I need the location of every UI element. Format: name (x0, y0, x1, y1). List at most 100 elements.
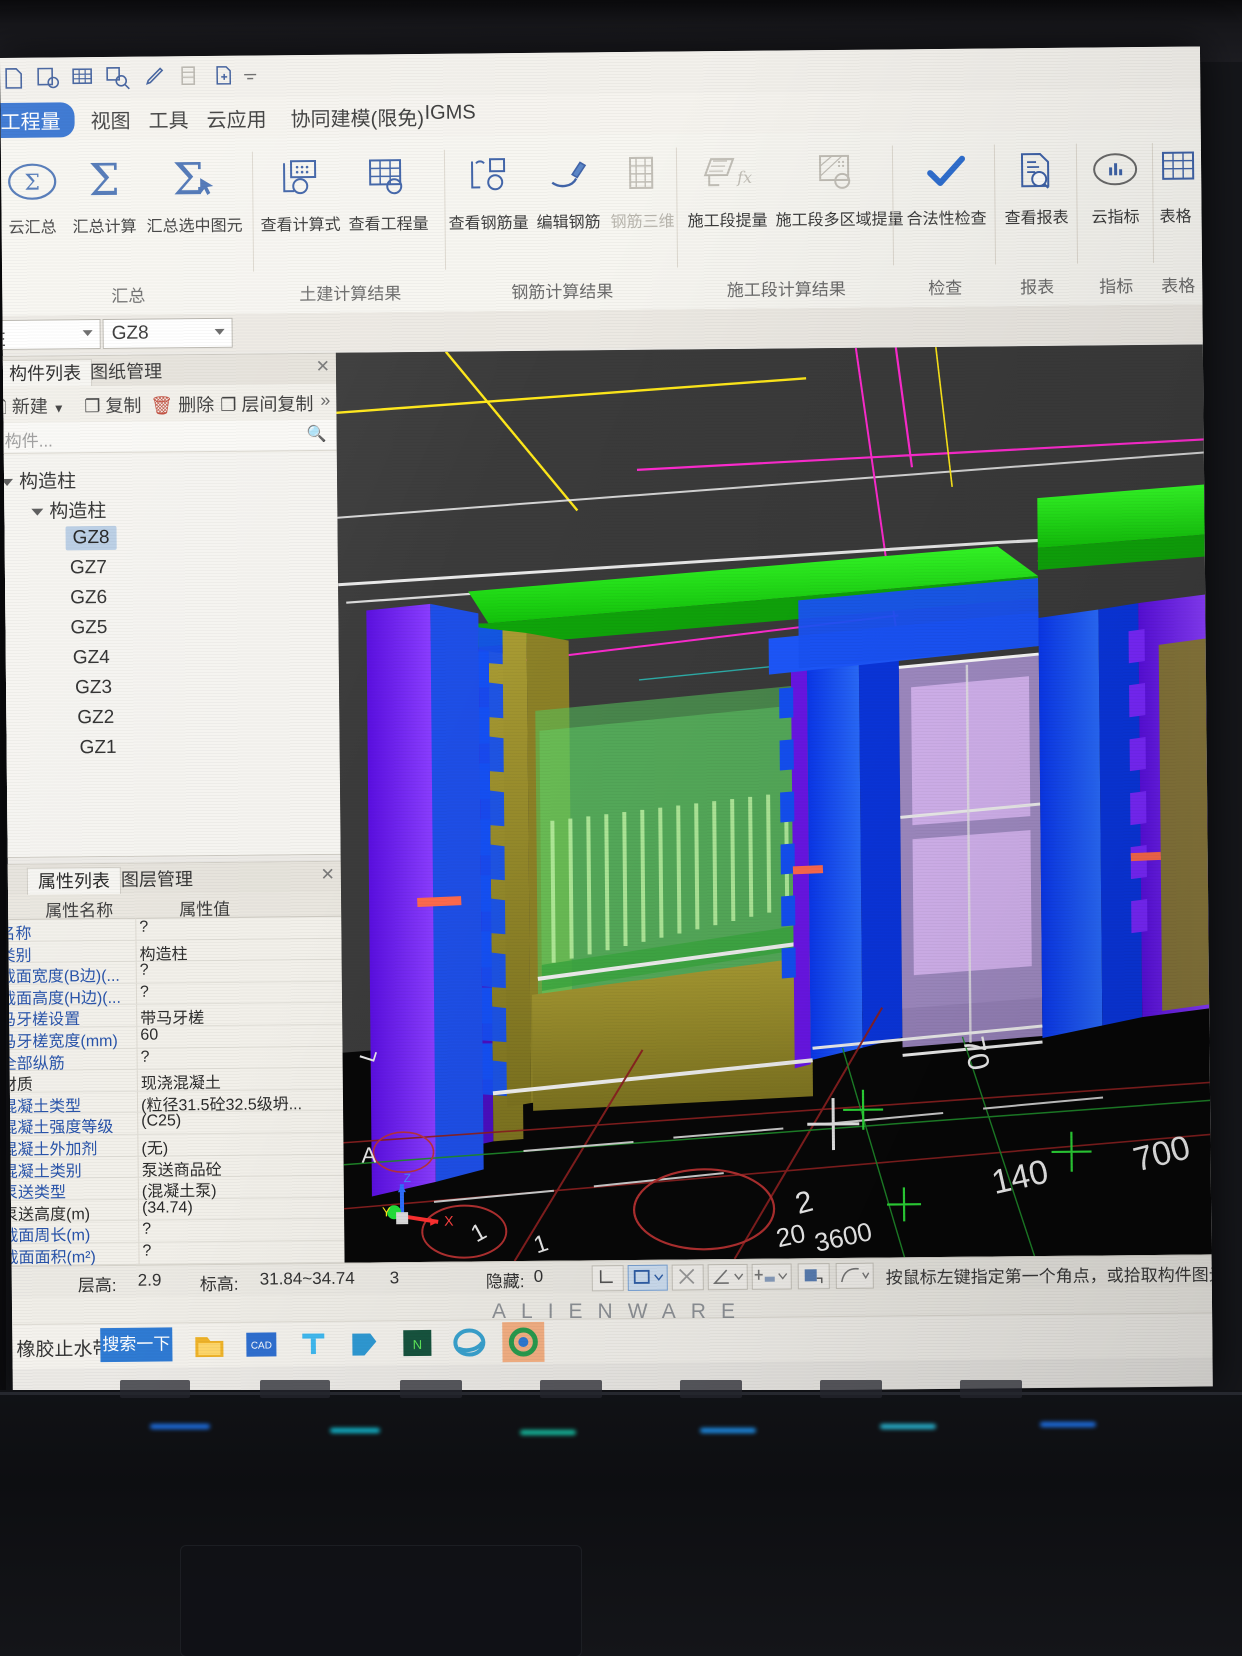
grid-search-icon[interactable] (104, 65, 134, 93)
row-value[interactable]: ? (142, 1243, 151, 1261)
ribbon-label-shigongduanduoquyu: 施工段多区域提量 (775, 211, 904, 230)
ribbon-button-chakanjisuanshi[interactable]: 查看计算式 (259, 151, 342, 236)
rebar-small-icon[interactable] (176, 64, 206, 92)
component-panel-toolbar[interactable]: 🗋 新建 ▼ ❐ 复制 🗑 删除 ❐ 层间复制 » (0, 383, 337, 425)
tab-gongju[interactable]: 工具 (148, 104, 189, 133)
ribbon-button-chakangangjinliang[interactable]: 查看钢筋量 (447, 149, 530, 234)
component-search-bar[interactable]: 搜索构件... 🔍 (0, 419, 337, 455)
wps-icon[interactable] (346, 1327, 380, 1359)
chevron-down-icon[interactable]: ▼ (53, 401, 65, 415)
status-hint: 按鼠标左键指定第一个角点，或拾取构件图元 (885, 1265, 1213, 1288)
tab-xietongjianmo[interactable]: 协同建模(限免) (290, 102, 425, 132)
property-grid[interactable]: 属性名称 属性值 1 名称 ? 2 类别 构造柱 3 截面宽度(B边)(... … (0, 891, 345, 1268)
status-elevation-value: 31.84~34.74 (259, 1268, 355, 1289)
ortho-tool[interactable] (591, 1265, 624, 1292)
category-combo[interactable]: 造柱 (0, 319, 101, 351)
nj-icon[interactable]: N (400, 1327, 434, 1359)
tab-drawing-management[interactable]: 图纸管理 (80, 358, 172, 385)
offset-tool[interactable] (751, 1263, 792, 1290)
tim-icon[interactable] (296, 1328, 330, 1360)
taskbar-search-button[interactable]: 搜索一下 (100, 1327, 173, 1363)
chevron-down-icon[interactable] (214, 328, 225, 335)
rect-select-tool[interactable] (627, 1264, 668, 1292)
ribbon-label-gangjinsanwei: 钢筋三维 (610, 213, 675, 232)
new-component-button[interactable]: 🗋 新建 ▼ (0, 392, 65, 425)
ribbon-button-hefaxingjiancha[interactable]: 合法性检查 (901, 144, 992, 229)
tree-item-gz2[interactable]: GZ2 (77, 707, 114, 729)
pencil-icon[interactable] (142, 64, 172, 92)
ribbon-button-chakangongchengliang[interactable]: 查看工程量 (347, 150, 430, 235)
ribbon-label-chakanbaobiao: 查看报表 (1004, 209, 1069, 228)
chevron-down-icon[interactable] (31, 508, 44, 516)
tree-item-gz7[interactable]: GZ7 (70, 557, 107, 579)
copy-component-button[interactable]: ❐ 复制 (84, 392, 141, 419)
row-value[interactable]: ? (140, 962, 149, 980)
search-icon[interactable]: 🔍 (307, 424, 327, 444)
axis-gizmo[interactable]: Y X Z (376, 1172, 467, 1243)
tab-property-list[interactable]: 属性列表 (26, 866, 122, 895)
qat-more-icon[interactable] (240, 63, 270, 91)
component-panel-tabs[interactable]: 构件列表 图纸管理 ✕ (0, 353, 337, 388)
row-value[interactable]: 60 (140, 1027, 158, 1045)
row-value[interactable]: ? (141, 1048, 150, 1066)
tree-item-gz4[interactable]: GZ4 (73, 647, 110, 669)
row-value[interactable]: ? (140, 983, 149, 1001)
chevron-down-icon[interactable] (82, 330, 93, 337)
chrome-icon[interactable] (502, 1321, 545, 1363)
row-value[interactable]: (C25) (141, 1113, 181, 1131)
property-panel-tabs[interactable]: 属性列表 图层管理 ✕ (0, 861, 342, 896)
ribbon-group-baobiao: 查看报表 报表 (995, 130, 1079, 307)
close-icon[interactable]: ✕ (321, 865, 335, 885)
trackpad[interactable] (180, 1545, 582, 1656)
row-value[interactable]: (34.74) (142, 1199, 193, 1217)
add-page-icon[interactable] (212, 64, 242, 92)
tree-item-gz1[interactable]: GZ1 (80, 737, 117, 759)
tree-node-gouzaozhu-child[interactable]: 构造柱 (31, 496, 106, 524)
cad-icon[interactable]: CAD (244, 1328, 278, 1360)
ribbon-button-biaoge[interactable]: 表格 (1147, 142, 1204, 227)
tree-item-gz8[interactable]: GZ8 (65, 525, 117, 551)
ribbon-button-huizongjisuan[interactable]: Σ 汇总计算 (63, 153, 146, 238)
arc-tool[interactable] (835, 1262, 874, 1290)
layer-copy-button[interactable]: ❐ 层间复制 (220, 390, 313, 417)
component-combo[interactable]: GZ8 (102, 317, 233, 350)
tab-igms[interactable]: IGMS (424, 101, 475, 124)
ribbon-button-gangjinsanwei[interactable]: 钢筋三维 (601, 147, 684, 232)
table-icon (1147, 142, 1204, 199)
ie-icon[interactable] (452, 1326, 486, 1358)
ribbon-button-shigongduantiliang[interactable]: fx 施工段提量 (679, 147, 776, 232)
tree-item-gz3[interactable]: GZ3 (75, 677, 112, 699)
ribbon-button-yunzhibiao[interactable]: 云指标 (1077, 143, 1154, 228)
grid-icon[interactable] (70, 65, 100, 93)
tab-yunyingyong[interactable]: 云应用 (206, 103, 267, 133)
toolbar-overflow-button[interactable]: » (320, 390, 330, 411)
tree-item-gz6[interactable]: GZ6 (70, 587, 107, 609)
angle-tool[interactable] (707, 1263, 748, 1291)
svg-text:Σ: Σ (88, 157, 120, 205)
status-floor-height-label: 层高: (77, 1275, 117, 1296)
snap-tool[interactable] (797, 1263, 830, 1290)
ribbon-button-huizongxuanzhong[interactable]: Σ 汇总选中图元 (139, 152, 250, 237)
tab-component-list[interactable]: 构件列表 (0, 359, 93, 388)
new-icon[interactable] (2, 66, 32, 94)
tab-layer-management[interactable]: 图层管理 (111, 866, 203, 893)
tab-gongchengliang[interactable]: 工程量 (0, 102, 75, 139)
search-input[interactable]: 搜索构件... (0, 427, 53, 453)
delete-component-label: 删除 (178, 394, 215, 416)
row-value[interactable]: ? (139, 919, 148, 937)
row-value[interactable]: ? (142, 1221, 151, 1239)
ribbon-button-chakanbaobiao[interactable]: 查看报表 (995, 144, 1078, 229)
tab-shitu[interactable]: 视图 (90, 105, 131, 134)
tree-node-gouzaozhu-root[interactable]: 构造柱 (1, 466, 76, 494)
3d-viewport[interactable]: L A 1 1 2 20 3600 70 140 700 Y X Z (335, 344, 1212, 1263)
tree-item-gz5[interactable]: GZ5 (70, 617, 107, 639)
component-combo-value: GZ8 (111, 322, 149, 344)
ribbon-button-shigongduanduoquyu[interactable]: 施工段多区域提量 (775, 145, 904, 230)
open-report-icon[interactable] (34, 65, 64, 93)
close-icon[interactable]: ✕ (316, 357, 330, 377)
component-tree[interactable]: 构造柱 构造柱 GZ8 GZ7 GZ6 GZ5 GZ4 GZ3 GZ2 GZ1 (0, 451, 341, 858)
cross-tool[interactable] (671, 1264, 704, 1291)
folder-icon[interactable] (192, 1329, 226, 1361)
delete-component-button[interactable]: 🗑 删除 (150, 391, 214, 418)
ribbon-button-bianjigangjin[interactable]: 编辑钢筋 (527, 148, 610, 233)
